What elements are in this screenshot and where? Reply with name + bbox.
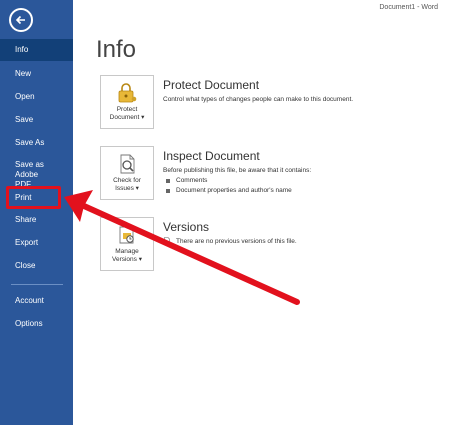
- annotation-arrow: [64, 190, 300, 305]
